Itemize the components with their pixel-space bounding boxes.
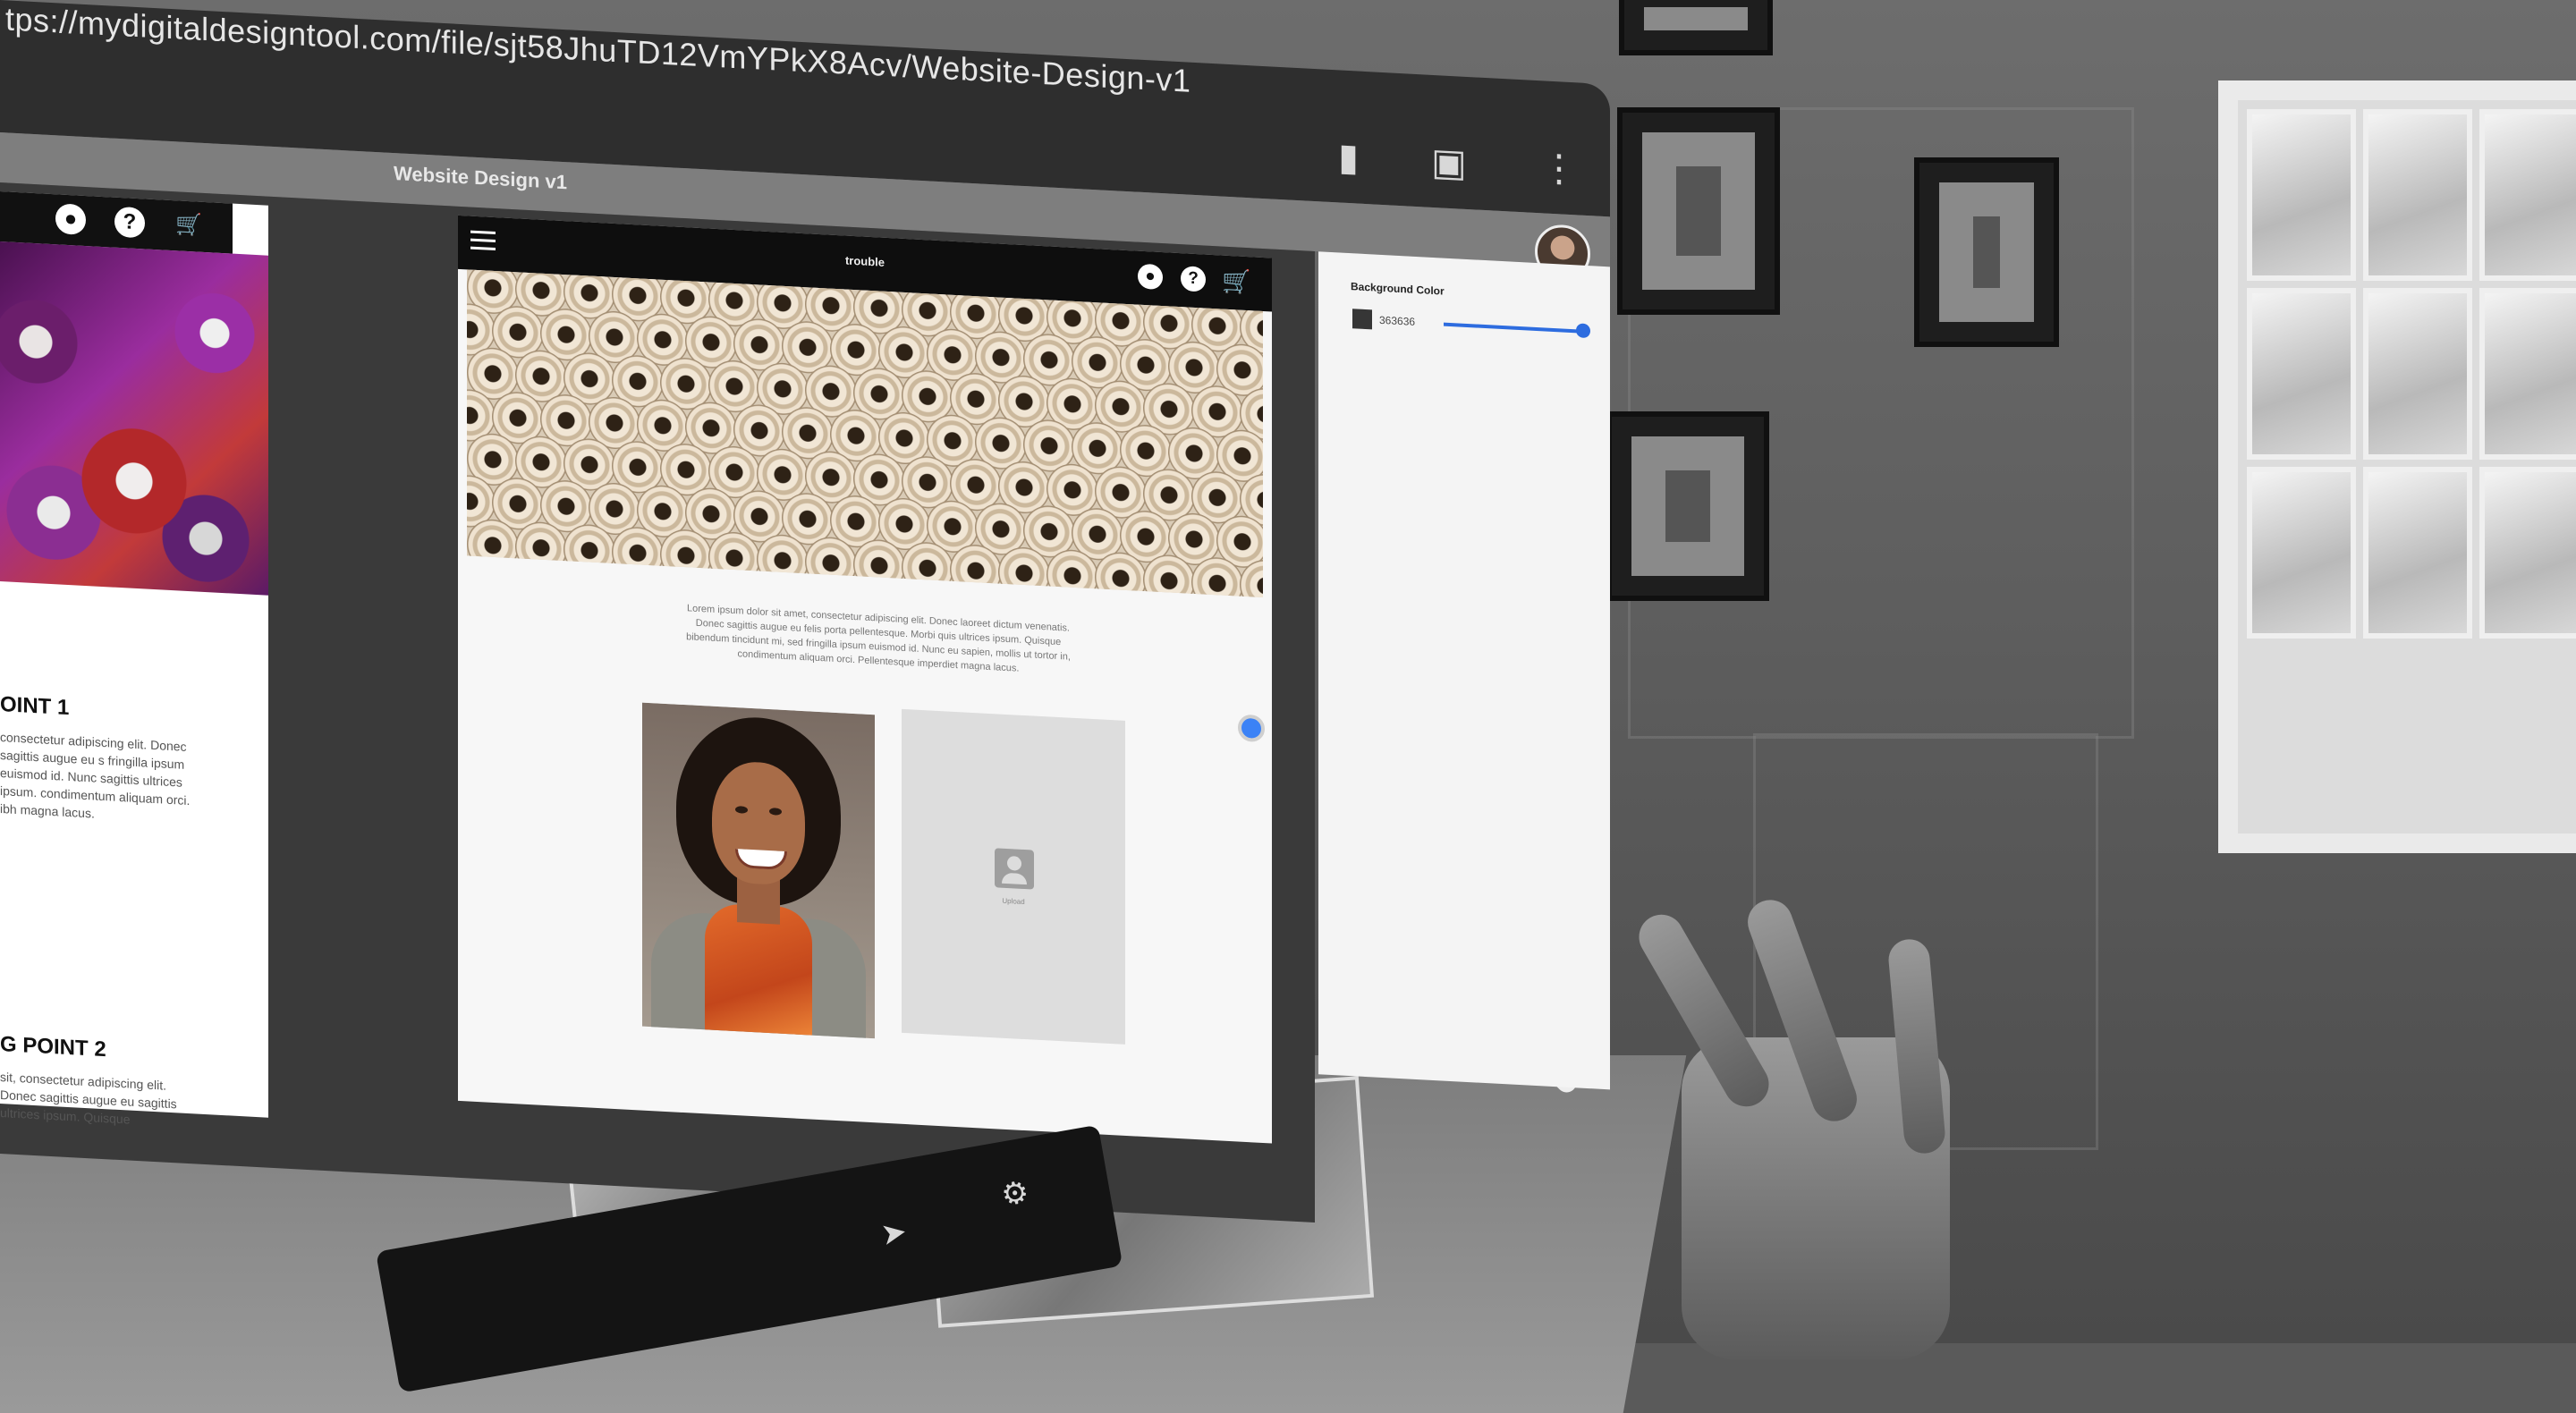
fabric-rolls-image[interactable] [0, 241, 268, 596]
opacity-slider-track[interactable] [1444, 322, 1581, 334]
artboard-main[interactable]: trouble ● ? 🛒 Lorem ipsum dolor sit amet… [458, 215, 1272, 1144]
intro-text: Lorem ipsum dolor sit amet, consectetur … [686, 603, 1071, 674]
point2-body: sit, consectetur adipiscing elit. Donec … [0, 1070, 177, 1127]
cart-icon[interactable]: 🛒 [1222, 267, 1250, 296]
room-window [2218, 80, 2576, 853]
image-placeholder-icon [995, 848, 1034, 890]
account-icon[interactable]: ● [55, 203, 86, 236]
browser-window: tps://mydigitaldesigntool.com/file/sjt58… [0, 0, 1610, 1238]
selection-handle[interactable] [1238, 714, 1265, 743]
bookmark-icon[interactable]: ▮ [1338, 134, 1359, 179]
cart-icon[interactable]: 🛒 [174, 209, 204, 241]
artboard-left[interactable]: ● ? 🛒 OINT 1 consectetur adipiscing elit… [0, 191, 268, 1127]
help-icon[interactable]: ? [1181, 266, 1206, 292]
image-placeholder[interactable]: Upload [902, 708, 1125, 1045]
design-canvas[interactable]: ● ? 🛒 OINT 1 consectetur adipiscing elit… [0, 182, 1315, 1223]
point1-body: consectetur adipiscing elit. Donec sagit… [0, 730, 191, 821]
account-icon[interactable]: ● [1138, 263, 1163, 291]
background-color-label: Background Color [1351, 280, 1445, 298]
hero-image-paper-rolls[interactable] [467, 269, 1263, 597]
portrait-photo[interactable] [642, 702, 875, 1039]
point1-heading: OINT 1 [0, 692, 70, 721]
color-hex-value[interactable]: 363636 [1379, 314, 1415, 328]
point2-heading: G POINT 2 [0, 1032, 106, 1062]
picture-frame [1617, 107, 1780, 315]
opacity-slider-thumb[interactable] [1576, 323, 1590, 339]
properties-panel: Background Color 363636 [1318, 251, 1610, 1090]
more-icon[interactable]: ⋮ [1540, 145, 1578, 190]
picture-frame [1914, 157, 2059, 347]
screen-icon[interactable]: ▣ [1431, 140, 1467, 185]
document-title: Website Design v1 [394, 162, 567, 194]
share-icon[interactable]: ➤ [878, 1214, 910, 1253]
picture-frame [1619, 0, 1773, 55]
picture-frame [1606, 411, 1769, 601]
help-icon[interactable]: ? [114, 206, 145, 239]
color-swatch[interactable] [1352, 309, 1372, 330]
settings-icon[interactable]: ⚙ [998, 1174, 1031, 1214]
placeholder-caption: Upload [1002, 896, 1025, 907]
